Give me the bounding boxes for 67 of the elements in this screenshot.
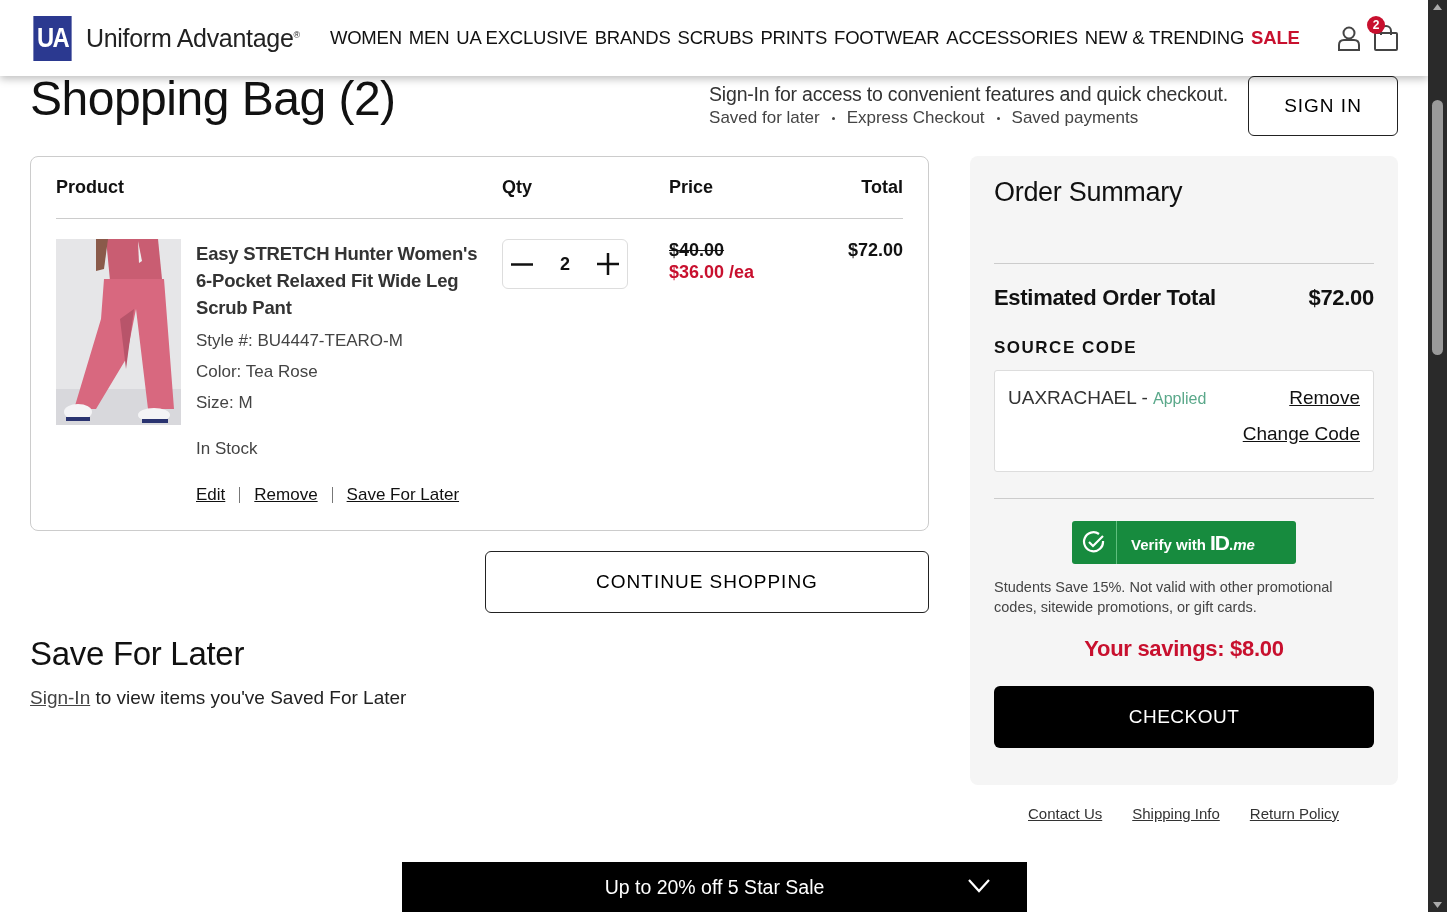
nav-link[interactable]: FOOTWEAR (834, 27, 940, 49)
item-action-link[interactable]: Remove (254, 485, 318, 505)
code-status: Applied (1153, 390, 1207, 407)
product-name[interactable]: Easy STRETCH Hunter Women's 6-Pocket Relaxed Fit Wide Leg Scrub Pant (196, 240, 502, 321)
stock-status: In Stock (196, 438, 259, 460)
benefit-text: Express Checkout (846, 108, 985, 128)
applied-code: UAXRACHAEL - (1008, 387, 1148, 408)
order-summary-title: Order Summary (994, 176, 1374, 264)
code-action-link[interactable]: Remove (1289, 387, 1360, 409)
scrollbar-thumb[interactable] (1432, 100, 1443, 355)
benefit-text: Saved for later (709, 108, 820, 128)
column-header: Price (669, 177, 715, 198)
nav-link[interactable]: PRINTS (760, 27, 828, 49)
nav-link[interactable]: MEN (408, 27, 450, 49)
column-header: Total (861, 177, 903, 198)
product-detail: Size: M (196, 392, 254, 414)
code-action-link[interactable]: Change Code (1242, 423, 1360, 445)
cart-count-badge: 2 (1367, 16, 1385, 34)
total-label: Estimated Order Total (994, 285, 1216, 311)
account-icon[interactable] (1338, 25, 1360, 51)
nav-link[interactable]: WOMEN (329, 27, 402, 49)
plus-icon (597, 253, 619, 275)
product-detail: Style #: BU4447-TEARO-M (196, 330, 404, 352)
line-total: $72.00 (847, 240, 903, 262)
chevron-down-icon (968, 879, 990, 893)
section-heading: Save For Later (30, 635, 246, 673)
checkout-button[interactable]: CHECKOUT (994, 686, 1374, 748)
item-action-link[interactable]: Save For Later (346, 485, 460, 505)
save-for-later-message: Sign-In to view items you've Saved For Later (30, 687, 408, 709)
nav-link[interactable]: SALE (1251, 27, 1300, 49)
savings-amount: Your savings: $8.00 (1083, 636, 1285, 662)
nav-link[interactable]: UA EXCLUSIVE (456, 27, 588, 49)
student-discount-note: Students Save 15%. Not valid with other promotional codes, sitewide promotions, or gift cards. (994, 578, 1334, 617)
column-header: Product (56, 177, 125, 198)
product-detail: Color: Tea Rose (196, 361, 319, 383)
footer-link[interactable]: Contact Us (1028, 805, 1103, 822)
verify-id-button[interactable]: Verify with ID.me (1072, 521, 1296, 564)
brand-name[interactable]: Uniform Advantage$^{®}$ (86, 23, 300, 53)
sign-in-prompt: Sign-In for access to convenient features and quick checkout. (709, 83, 1228, 106)
nav-link[interactable]: SCRUBS (677, 27, 754, 49)
column-header: Qty (502, 177, 533, 198)
minus-icon (511, 262, 533, 266)
logo-mark[interactable]: UA (33, 15, 72, 61)
scroll-up-icon[interactable] (1433, 4, 1442, 10)
promo-banner[interactable]: Up to 20% off 5 Star Sale (402, 862, 1027, 912)
continue-shopping-button[interactable]: CONTINUE SHOPPING (485, 551, 929, 613)
quantity-stepper[interactable]: 2 (502, 239, 628, 289)
benefit-text: Saved payments (1011, 108, 1139, 128)
sale-price: $36.00 /ea (669, 262, 756, 283)
original-price: $40.00 (669, 240, 726, 261)
sign-in-link[interactable]: Sign-In (30, 687, 91, 708)
total-amount: $72.00 (1308, 285, 1374, 311)
scrollbar[interactable] (1428, 0, 1447, 912)
quantity-value: 2 (560, 253, 570, 275)
footer-link[interactable]: Shipping Info (1132, 805, 1220, 822)
nav-link[interactable]: ACCESSORIES (946, 27, 1078, 49)
source-code-label: SOURCE CODE (994, 338, 1139, 358)
nav-link[interactable]: BRANDS (594, 27, 671, 49)
footer-link[interactable]: Return Policy (1249, 805, 1339, 822)
page-title: Shopping Bag (2) (30, 73, 396, 125)
nav-link[interactable]: NEW & TRENDING (1084, 27, 1245, 49)
check-circle-icon (1082, 530, 1106, 555)
scroll-down-icon[interactable] (1433, 902, 1442, 908)
item-action-link[interactable]: Edit (196, 485, 226, 505)
increase-button[interactable] (597, 253, 619, 275)
sign-in-button[interactable]: SIGN IN (1248, 76, 1398, 136)
decrease-button[interactable] (511, 262, 533, 266)
